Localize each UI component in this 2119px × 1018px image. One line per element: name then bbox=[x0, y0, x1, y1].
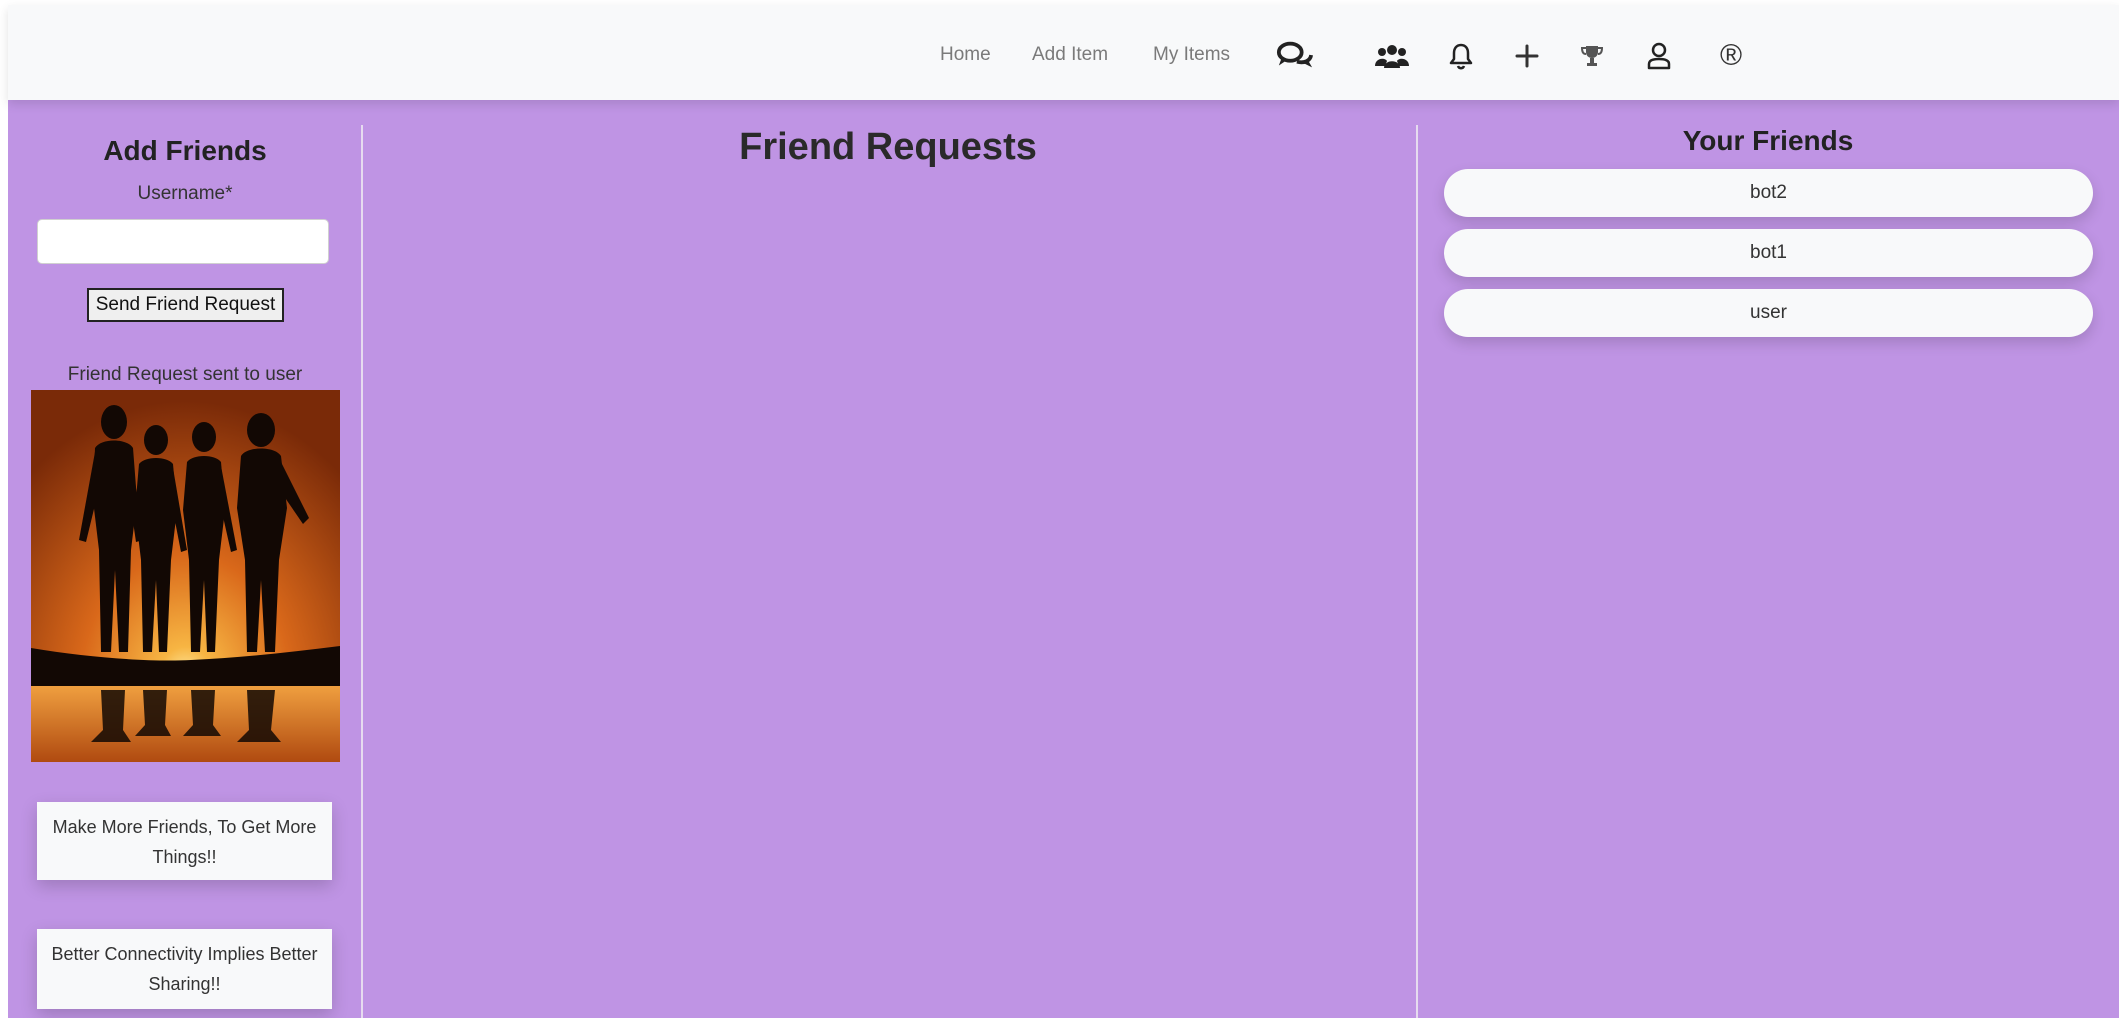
trophy-icon[interactable] bbox=[1573, 37, 1611, 75]
username-input[interactable] bbox=[37, 219, 329, 264]
chat-icon[interactable] bbox=[1276, 37, 1314, 75]
nav-link-add-item[interactable]: Add Item bbox=[1032, 41, 1108, 69]
friend-item-user[interactable]: user bbox=[1444, 289, 2093, 337]
friends-silhouette-image bbox=[31, 390, 340, 762]
friend-request-status: Friend Request sent to user bbox=[67, 364, 303, 385]
nav-link-home[interactable]: Home bbox=[940, 41, 991, 69]
friend-item-bot1[interactable]: bot1 bbox=[1444, 229, 2093, 277]
friend-list: bot2 bot1 user bbox=[1444, 169, 2093, 349]
page: Home Add Item My Items ® Add Friends Use… bbox=[0, 0, 2119, 1018]
bell-icon[interactable] bbox=[1442, 37, 1480, 75]
column-divider-left bbox=[361, 125, 363, 1018]
user-icon[interactable] bbox=[1640, 37, 1678, 75]
plus-icon[interactable] bbox=[1508, 37, 1546, 75]
top-navbar: Home Add Item My Items ® bbox=[8, 5, 2119, 100]
info-card-make-friends: Make More Friends, To Get More Things!! bbox=[37, 802, 332, 880]
add-friends-title: Add Friends bbox=[103, 135, 267, 166]
registered-icon[interactable]: ® bbox=[1712, 37, 1750, 75]
info-card-connectivity: Better Connectivity Implies Better Shari… bbox=[37, 929, 332, 1009]
friends-icon[interactable] bbox=[1373, 37, 1411, 75]
your-friends-title: Your Friends bbox=[1682, 125, 1854, 156]
friend-item-bot2[interactable]: bot2 bbox=[1444, 169, 2093, 217]
username-label: Username* bbox=[137, 183, 233, 204]
nav-link-my-items[interactable]: My Items bbox=[1153, 41, 1230, 69]
friend-requests-title: Friend Requests bbox=[739, 126, 1037, 168]
column-divider-right bbox=[1416, 125, 1418, 1018]
send-friend-request-button[interactable]: Send Friend Request bbox=[87, 288, 284, 322]
